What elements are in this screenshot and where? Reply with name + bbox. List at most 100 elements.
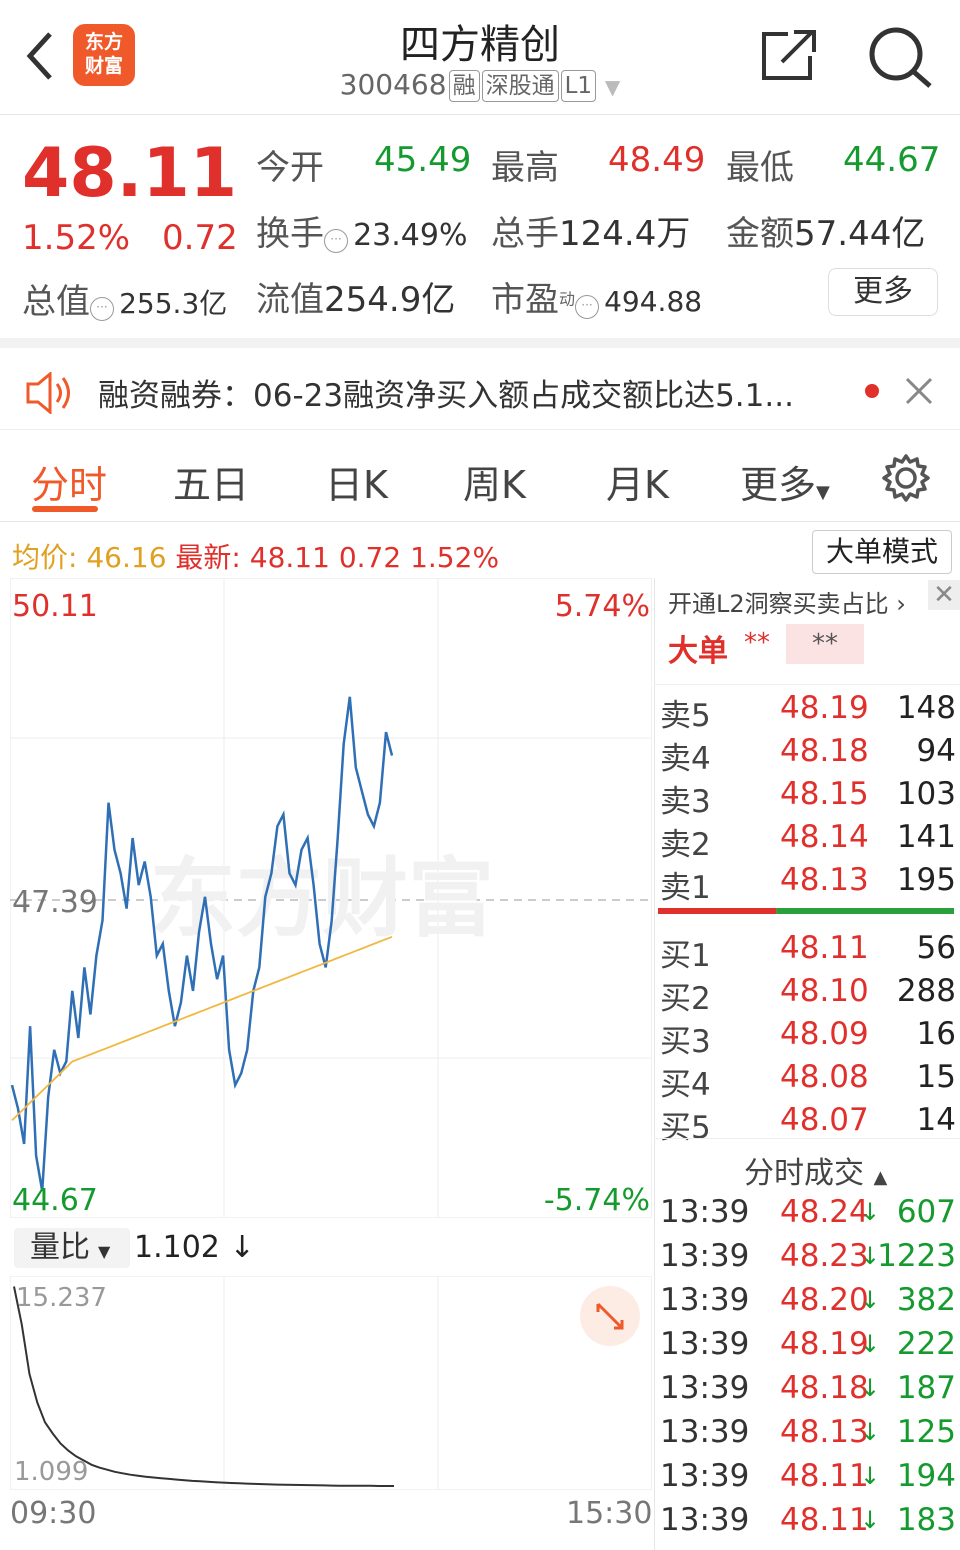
big-order-mode-button[interactable]: 大单模式 xyxy=(812,530,952,574)
trade-row-price: 48.19 xyxy=(780,1326,869,1362)
search-icon[interactable] xyxy=(866,24,934,88)
dropdown-caret-icon[interactable]: ▼ xyxy=(605,75,620,99)
bid-row-price: 48.09 xyxy=(780,1016,869,1052)
ask-row: 卖5 48.19 148 xyxy=(660,690,956,734)
market-cap: 总值 ··· 255.3亿 xyxy=(22,282,228,322)
tab-more[interactable]: 更多▼ xyxy=(740,454,830,509)
arrow-down-icon: ↓ xyxy=(860,1462,881,1490)
volume: 总手124.4万 xyxy=(491,214,691,254)
trade-row-vol: 607 xyxy=(896,1194,956,1230)
speaker-icon xyxy=(26,372,70,414)
trade-row-vol: 125 xyxy=(896,1414,956,1450)
turnover: 换手 ··· 23.49% xyxy=(256,214,468,254)
close-icon[interactable]: ✕ xyxy=(928,580,960,610)
pct-top-label: 5.74% xyxy=(555,589,650,624)
bid-row-vol: 288 xyxy=(896,973,956,1009)
change-amount: 0.72 xyxy=(162,218,238,258)
high-label: 最高 xyxy=(491,148,559,188)
trade-row-time: 13:39 xyxy=(660,1502,750,1538)
arrow-down-icon: ↓ xyxy=(860,1286,881,1314)
tab-intraday[interactable]: 分时 xyxy=(31,454,107,509)
current-price: 48.11 xyxy=(22,134,238,213)
big-order-sell: ** xyxy=(786,624,864,664)
volume-ratio-chart[interactable]: 15.237 1.099 xyxy=(10,1276,652,1490)
bid-row-price: 48.11 xyxy=(780,930,869,966)
y-bottom-label: 44.67 xyxy=(12,1183,98,1218)
notice-text: 融资融券：06-23融资净买入额占成交额比达5.1... xyxy=(98,378,794,414)
tag-connect: 深股通 xyxy=(481,70,559,102)
trade-row: 13:39 48.18 187 ↓ xyxy=(660,1370,956,1414)
trade-row-time: 13:39 xyxy=(660,1282,750,1318)
l2-promo-link[interactable]: 开通L2洞察买卖占比 › xyxy=(668,584,906,619)
trade-row: 13:39 48.13 125 ↓ xyxy=(660,1414,956,1458)
caret-down-icon: ▼ xyxy=(98,1242,111,1261)
big-order-buy: ** xyxy=(744,628,770,658)
ask-row-price: 48.18 xyxy=(780,733,869,769)
arrow-down-icon: ↓ xyxy=(860,1198,881,1226)
pe-ratio: 市盈动 ··· 494.88 xyxy=(491,280,703,320)
ask-row-price: 48.19 xyxy=(780,690,869,726)
info-icon[interactable]: ··· xyxy=(324,228,348,253)
trade-row: 13:39 48.11 194 ↓ xyxy=(660,1458,956,1502)
trade-row-vol: 183 xyxy=(896,1502,956,1538)
trade-row-price: 48.13 xyxy=(780,1414,869,1450)
low-label: 最低 xyxy=(726,148,794,188)
bid-row: 买3 48.09 16 xyxy=(660,1016,956,1060)
ask-row-vol: 94 xyxy=(916,733,956,769)
bid-row-vol: 15 xyxy=(916,1059,956,1095)
arrow-down-icon: ↓ xyxy=(229,1230,255,1265)
close-icon[interactable] xyxy=(904,376,934,406)
avg-value: 46.16 xyxy=(86,541,167,574)
more-quote-button[interactable]: 更多 xyxy=(828,268,938,316)
avg-label: 均价: xyxy=(12,541,78,574)
low-value: 44.67 xyxy=(843,140,941,180)
stock-code: 300468 xyxy=(339,68,447,101)
buy-sell-ratio-bar xyxy=(658,908,954,914)
ask-row-vol: 148 xyxy=(896,690,956,726)
period-tabs: 分时 五日 日K 周K 月K 更多▼ xyxy=(0,440,960,522)
trade-row-time: 13:39 xyxy=(660,1414,750,1450)
ask-row-price: 48.14 xyxy=(780,819,869,855)
arrow-down-icon: ↓ xyxy=(860,1242,881,1270)
open-label: 今开 xyxy=(256,148,324,188)
ask-row: 卖4 48.18 94 xyxy=(660,733,956,777)
trade-row-time: 13:39 xyxy=(660,1458,750,1494)
info-icon[interactable]: ··· xyxy=(575,294,600,319)
info-icon[interactable]: ··· xyxy=(90,296,114,321)
bid-row: 买2 48.10 288 xyxy=(660,973,956,1017)
trade-row-price: 48.20 xyxy=(780,1282,869,1318)
tab-monthly-k[interactable]: 月K xyxy=(606,454,669,509)
trade-row-time: 13:39 xyxy=(660,1194,750,1230)
bid-row-vol: 16 xyxy=(916,1016,956,1052)
trade-row: 13:39 48.11 183 ↓ xyxy=(660,1502,956,1546)
top-bar: 东方 财富 四方精创 300468 融深股通 L1 ▼ xyxy=(0,0,960,115)
time-end-label: 15:30 xyxy=(566,1496,653,1531)
intraday-price-chart[interactable]: 东方财富 50.11 47.39 44.67 5.74% -5.74% xyxy=(10,578,652,1218)
change-percent: 1.52% xyxy=(22,218,131,258)
gear-icon[interactable] xyxy=(880,452,932,504)
tab-daily-k[interactable]: 日K xyxy=(325,454,388,509)
trade-row: 13:39 48.19 222 ↓ xyxy=(660,1326,956,1370)
tab-weekly-k[interactable]: 周K xyxy=(463,454,526,509)
ask-row: 卖1 48.13 195 xyxy=(660,862,956,906)
indicator-selector[interactable]: 量比 ▼ xyxy=(14,1228,130,1268)
bid-row-vol: 56 xyxy=(916,930,956,966)
trade-row-time: 13:39 xyxy=(660,1326,750,1362)
trades-header: 分时成交 ▲ xyxy=(744,1156,888,1191)
trade-row-price: 48.23 xyxy=(780,1238,869,1274)
time-start-label: 09:30 xyxy=(10,1496,97,1531)
active-tab-indicator xyxy=(32,506,98,512)
margin-notice-bar[interactable]: 融资融券：06-23融资净买入额占成交额比达5.1... xyxy=(0,338,960,430)
ask-row-vol: 141 xyxy=(896,819,956,855)
amount: 金额57.44亿 xyxy=(726,214,926,254)
ask-row-name: 卖5 xyxy=(660,698,711,734)
share-icon[interactable] xyxy=(760,28,818,82)
trade-row-time: 13:39 xyxy=(660,1370,750,1406)
arrow-down-icon: ↓ xyxy=(860,1330,881,1358)
bid-row-name: 买5 xyxy=(660,1110,711,1146)
tab-five-day[interactable]: 五日 xyxy=(173,454,249,509)
bid-row-name: 买4 xyxy=(660,1067,711,1103)
bid-row-name: 买1 xyxy=(660,938,711,974)
trade-row-vol: 382 xyxy=(896,1282,956,1318)
latest-value: 48.11 xyxy=(249,541,330,574)
